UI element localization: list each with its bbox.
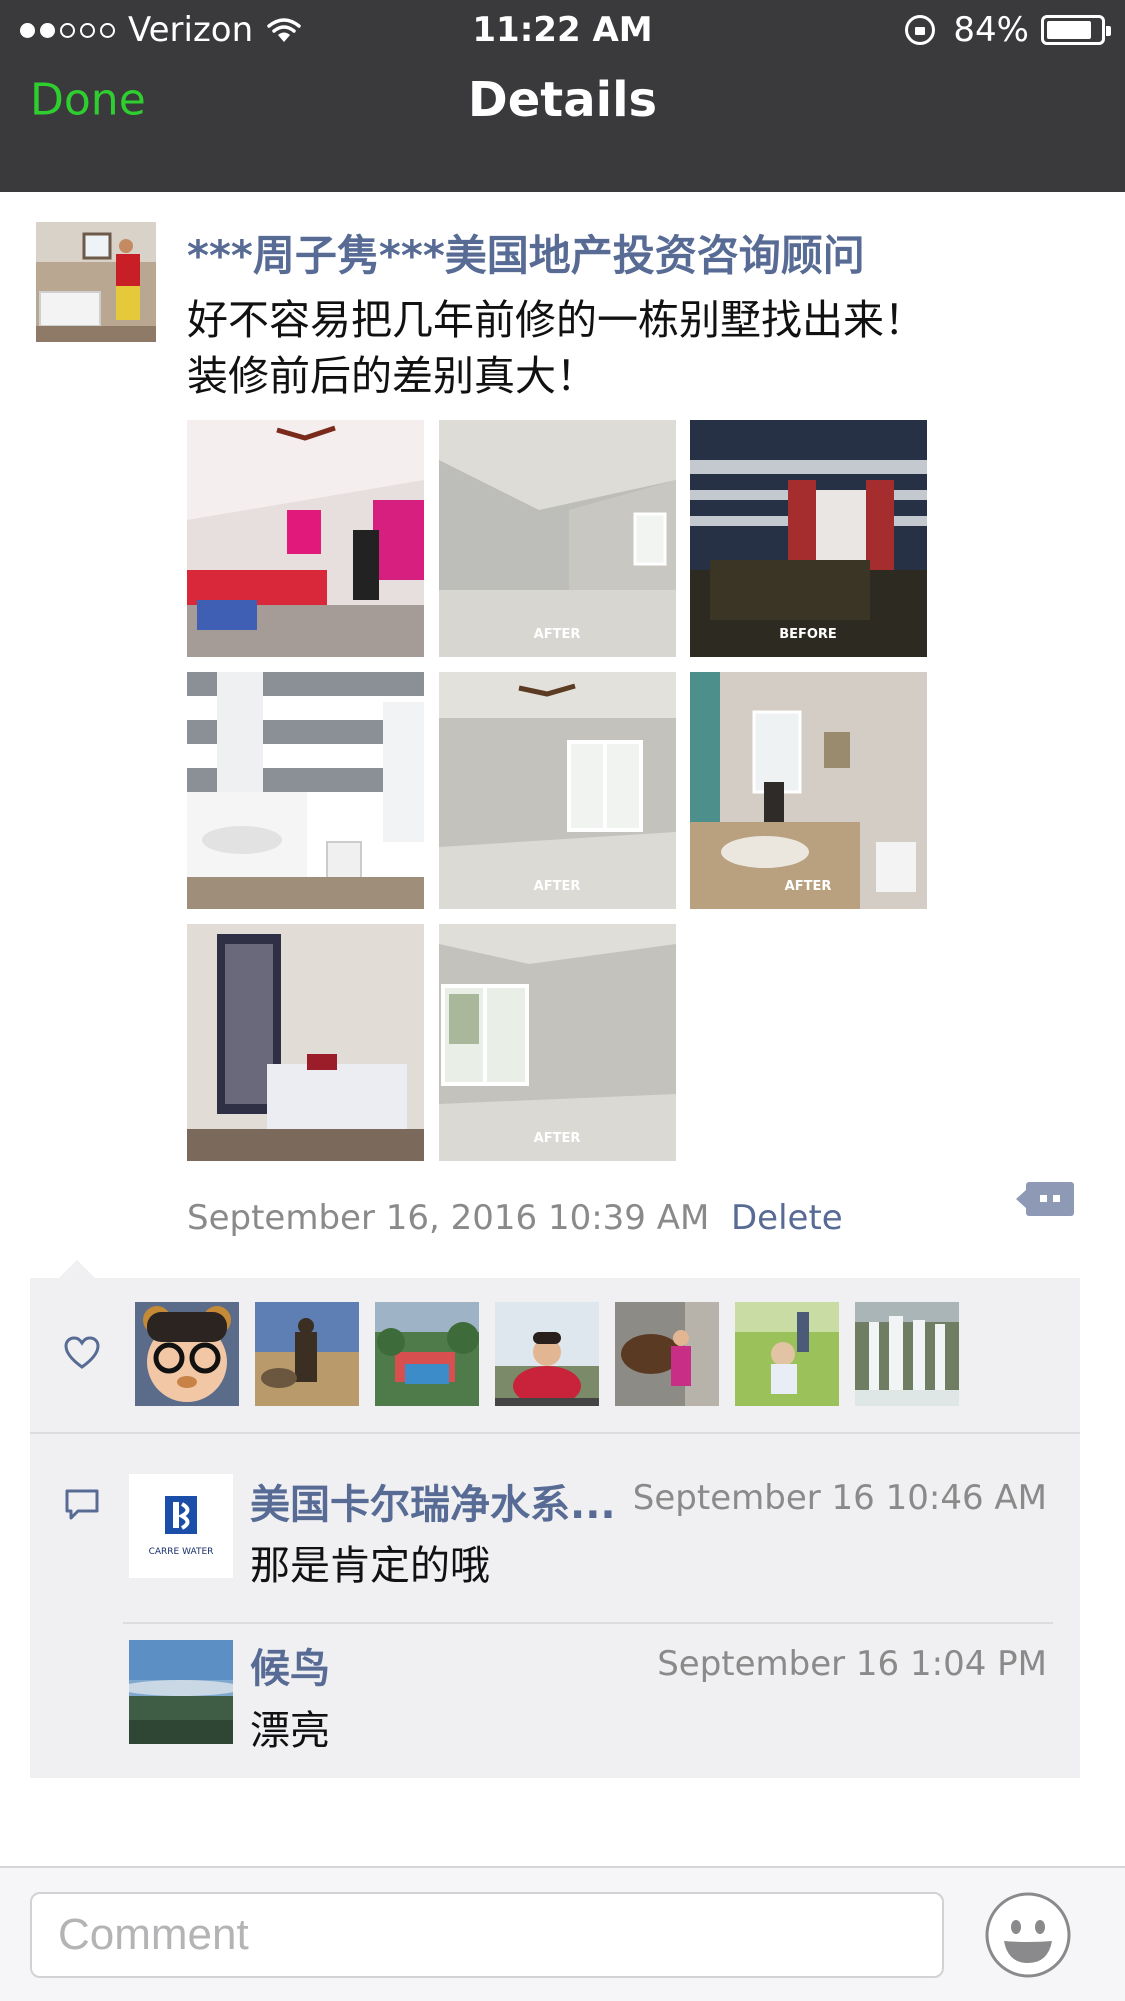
post-photo[interactable]: AFTER: [690, 672, 927, 909]
photo-caption: BEFORE: [779, 627, 837, 642]
like-avatar[interactable]: [255, 1302, 359, 1406]
commenter-avatar[interactable]: CARRE WATER: [129, 1474, 233, 1578]
comment-time: September 16 1:04 PM: [657, 1644, 1047, 1684]
like-avatar[interactable]: [135, 1302, 239, 1406]
post-photo[interactable]: [187, 420, 424, 657]
comment-input[interactable]: [30, 1892, 944, 1978]
like-avatar[interactable]: [495, 1302, 599, 1406]
page-title: Details: [467, 72, 658, 128]
delete-button[interactable]: Delete: [731, 1198, 843, 1238]
comment-author[interactable]: 美国卡尔瑞净水系...: [250, 1472, 616, 1530]
commenter-logo-text: CARRE WATER: [149, 1547, 214, 1557]
comment-icon: [64, 1488, 100, 1522]
like-avatar[interactable]: [615, 1302, 719, 1406]
battery-icon: [1041, 15, 1111, 45]
panel-pointer: [58, 1260, 96, 1279]
author-avatar[interactable]: [36, 222, 156, 342]
like-avatar[interactable]: [375, 1302, 479, 1406]
post-photo[interactable]: BEFORE: [690, 420, 927, 657]
post-text: 好不容易把几年前修的一栋别墅找出来！ 装修前后的差别真大！: [187, 296, 925, 400]
more-actions-icon[interactable]: [1016, 1178, 1076, 1220]
heart-icon: [64, 1336, 100, 1370]
panel-divider: [30, 1432, 1080, 1434]
orientation-lock-icon: [905, 15, 936, 45]
photo-caption: AFTER: [534, 879, 581, 894]
comment-time: September 16 10:46 AM: [632, 1478, 1047, 1518]
battery-fill: [1047, 21, 1091, 39]
post-photo[interactable]: [187, 672, 424, 909]
comment-text[interactable]: 漂亮: [250, 1698, 330, 1756]
photo-caption: AFTER: [534, 627, 581, 642]
post-photo[interactable]: AFTER: [439, 420, 676, 657]
post-photo[interactable]: [187, 924, 424, 1161]
like-avatar[interactable]: [855, 1302, 959, 1406]
emoji-icon[interactable]: [984, 1891, 1072, 1979]
post-author-name[interactable]: ***周子隽***美国地产投资咨询顾问: [187, 222, 865, 283]
comment-author[interactable]: 候鸟: [250, 1636, 330, 1694]
post-timestamp: September 16, 2016 10:39 AM: [187, 1198, 710, 1238]
battery-percent: 84%: [953, 10, 1029, 50]
status-bar: Verizon 11:22 AM 84%: [0, 0, 1125, 62]
like-avatar[interactable]: [735, 1302, 839, 1406]
comment-text[interactable]: 那是肯定的哦: [250, 1533, 490, 1591]
status-right: 84%: [905, 10, 1111, 50]
photo-caption: AFTER: [534, 1131, 581, 1146]
post-photo[interactable]: AFTER: [439, 672, 676, 909]
photo-caption: AFTER: [785, 879, 832, 894]
post-photo[interactable]: AFTER: [439, 924, 676, 1161]
comment-separator: [123, 1622, 1053, 1624]
commenter-avatar[interactable]: [129, 1640, 233, 1744]
